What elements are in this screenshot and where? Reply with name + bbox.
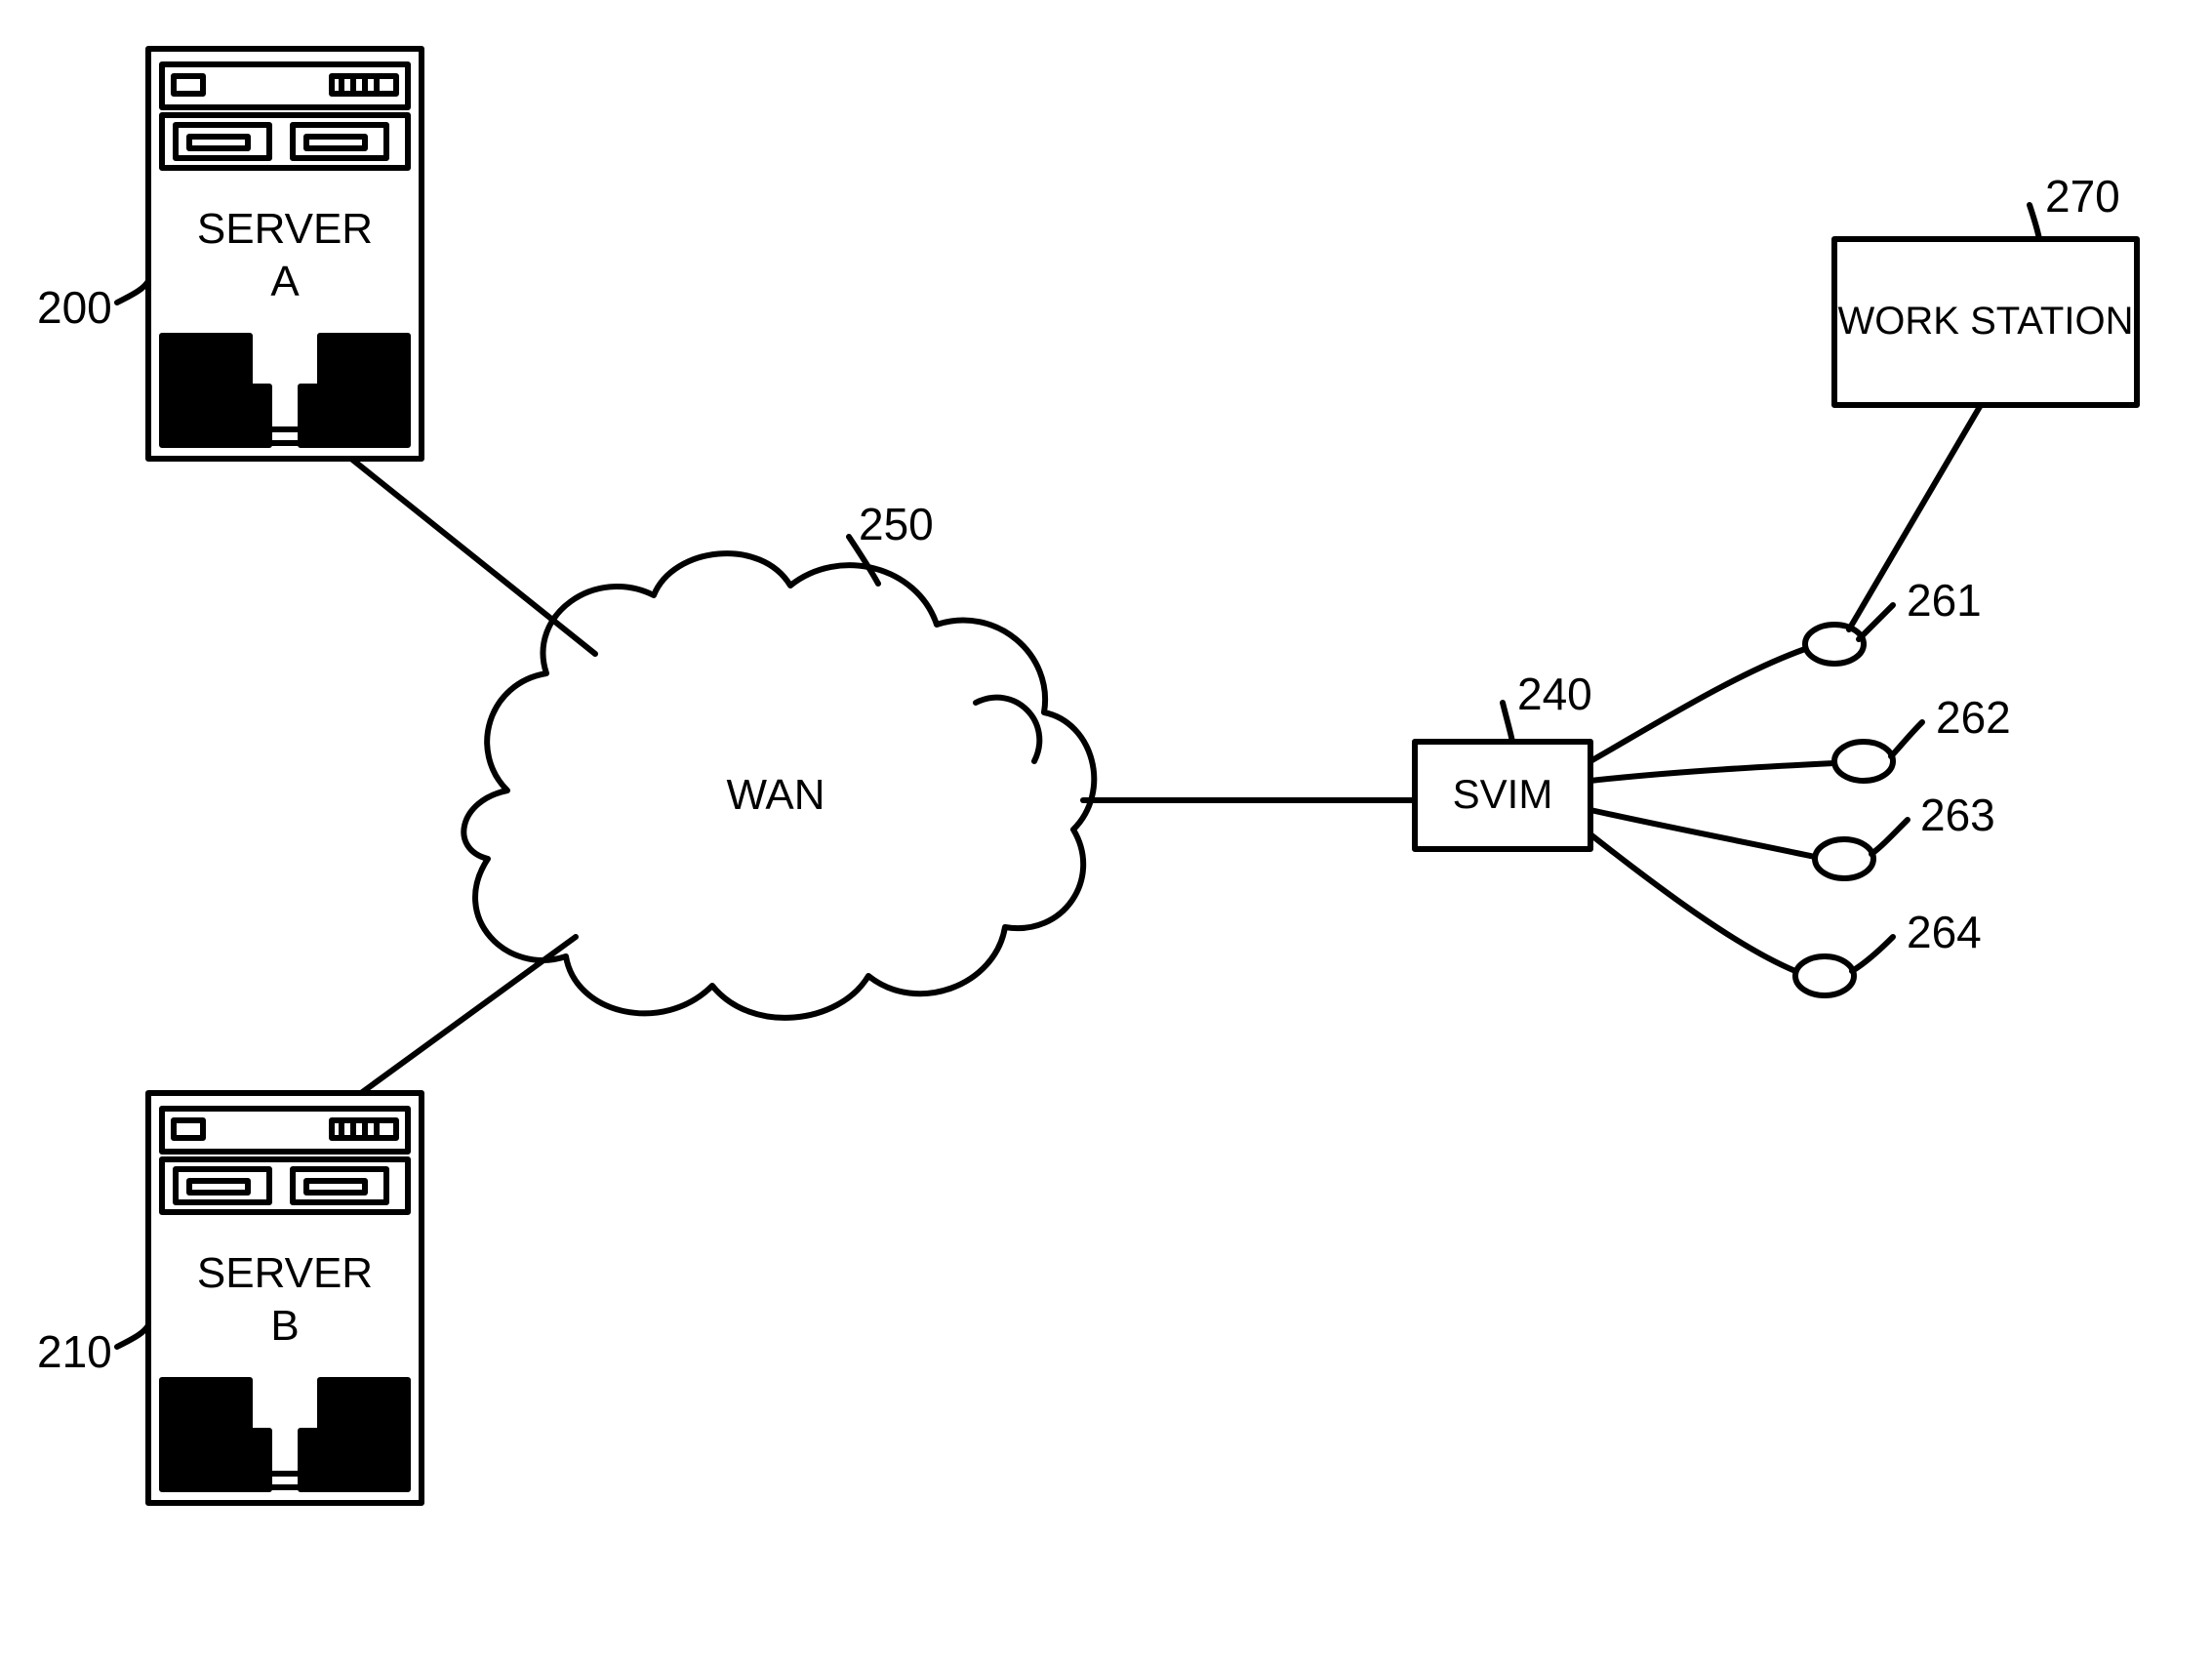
svim-label: SVIM	[1415, 771, 1590, 818]
server-a-label-line2: A	[148, 258, 422, 307]
link-serverb-wan	[361, 937, 576, 1093]
port-2-icon	[1834, 742, 1893, 781]
port-4-icon	[1795, 956, 1854, 995]
ref-leader-264	[1852, 937, 1893, 971]
workstation-label: WORK STATION	[1834, 299, 2137, 344]
link-svim-port3	[1590, 810, 1815, 857]
ref-240: 240	[1517, 668, 1592, 720]
ref-200: 200	[37, 281, 112, 334]
port-3-icon	[1815, 839, 1873, 878]
wan-label: WAN	[703, 771, 849, 821]
ref-leader-200	[117, 281, 148, 303]
link-svim-port2	[1590, 763, 1834, 781]
port-1-icon	[1805, 625, 1864, 664]
ref-leader-262	[1891, 722, 1922, 756]
ref-leader-263	[1871, 820, 1908, 854]
server-b-label-line2: B	[148, 1302, 422, 1352]
ref-250: 250	[859, 498, 934, 550]
ref-leader-270	[2030, 205, 2039, 239]
server-b-label-line1: SERVER	[148, 1249, 422, 1299]
ref-leader-240	[1503, 703, 1512, 742]
ref-261: 261	[1907, 574, 1982, 627]
ref-263: 263	[1920, 789, 1995, 841]
ref-leader-210	[117, 1325, 148, 1347]
link-servera-wan	[351, 459, 595, 654]
server-a-label-line1: SERVER	[148, 205, 422, 255]
ref-leader-261	[1859, 605, 1893, 639]
ref-210: 210	[37, 1325, 112, 1378]
ref-264: 264	[1907, 906, 1982, 958]
link-svim-port1	[1590, 649, 1805, 761]
ref-270: 270	[2045, 170, 2120, 223]
link-svim-port4	[1590, 834, 1795, 971]
ref-262: 262	[1936, 691, 2011, 744]
